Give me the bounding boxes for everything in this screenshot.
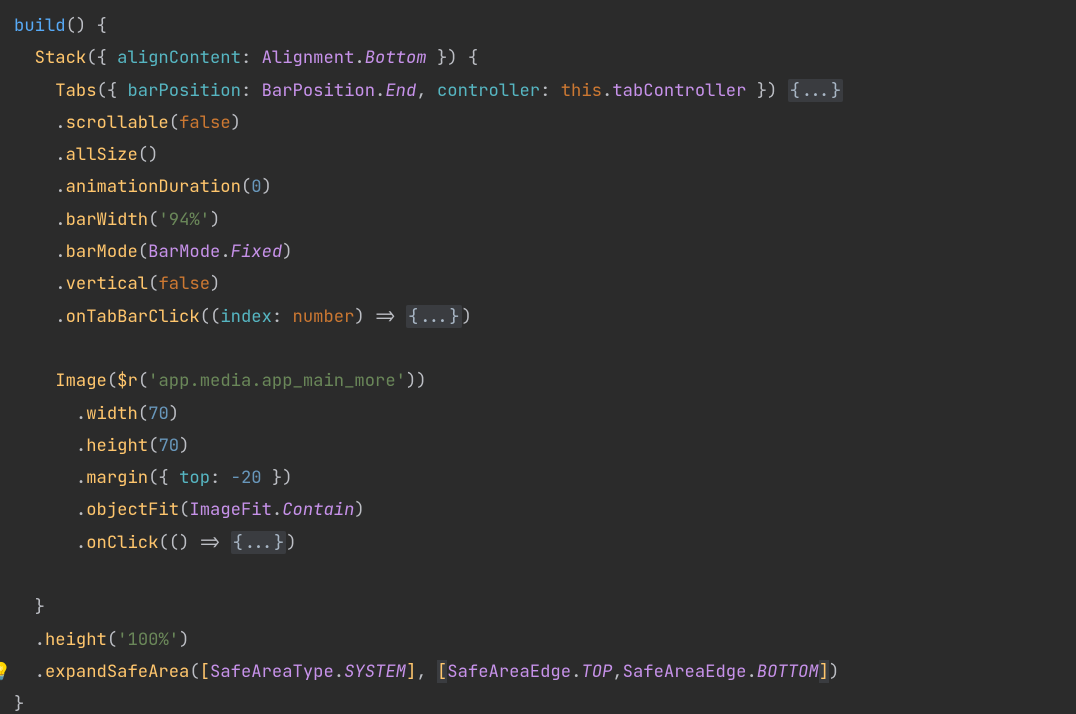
code-editor[interactable]: build() { Stack({ alignContent: Alignmen… [0, 0, 1076, 714]
intention-bulb-icon[interactable]: 💡 [0, 656, 11, 688]
tok-Tabs: Tabs [55, 79, 96, 102]
code-fold[interactable]: {...} [788, 79, 844, 102]
code-fold[interactable]: {...} [406, 305, 462, 328]
tok-Stack: Stack [35, 46, 87, 69]
tok-build: build [14, 14, 66, 37]
tok-Image: Image [55, 369, 107, 392]
code-fold[interactable]: {...} [231, 531, 287, 554]
